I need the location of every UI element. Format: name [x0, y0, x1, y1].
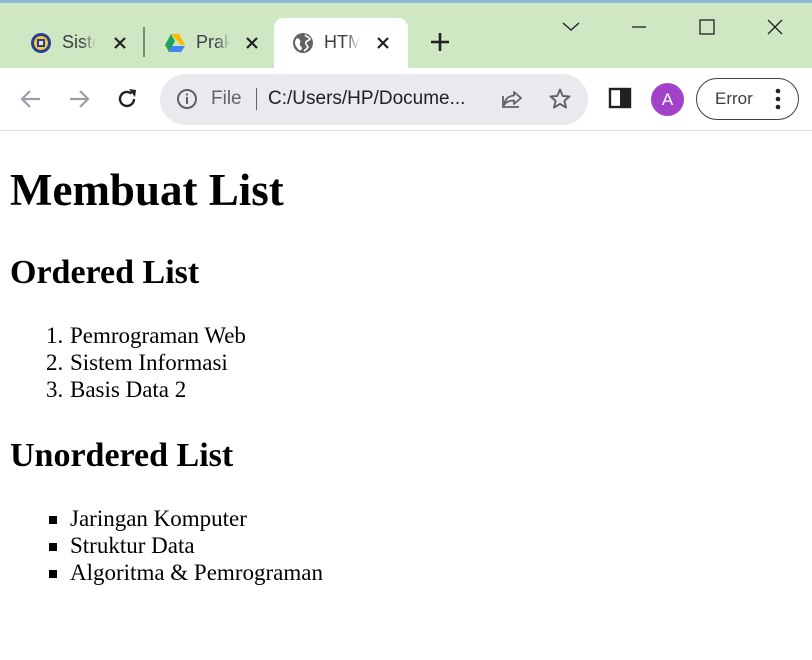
page-content: Membuat List Ordered List 1. Pemrograman … [0, 132, 812, 660]
share-icon[interactable] [500, 87, 524, 111]
tab-close-icon[interactable] [108, 31, 132, 55]
list-number: 3. [46, 377, 64, 402]
list-item: Algoritma & Pemrograman [49, 559, 323, 586]
ordered-list: 1. Pemrograman Web 2. Sistem Informasi 3. B… [46, 322, 246, 403]
unordered-list: Jaringan Komputer Struktur Data Algoritm… [49, 505, 323, 586]
forward-arrow-icon[interactable] [66, 86, 92, 112]
tab-sistem[interactable]: Sistem [12, 18, 142, 68]
tab-html-active[interactable]: HTML [274, 18, 408, 68]
list-item-text: Sistem Informasi [70, 350, 228, 375]
unordered-list-heading: Unordered List [10, 437, 234, 474]
ordered-list-heading: Ordered List [10, 254, 200, 291]
tab-title: Sistem [62, 32, 96, 52]
university-seal-icon [30, 32, 52, 54]
tab-strip: Sistem Praktikum HTML [0, 0, 812, 68]
globe-icon [292, 32, 314, 54]
list-item: Jaringan Komputer [49, 505, 323, 532]
list-item: 2. Sistem Informasi [46, 349, 246, 376]
list-item-text: Jaringan Komputer [70, 506, 247, 531]
url-scheme-label: File [211, 88, 242, 109]
bookmark-star-icon[interactable] [548, 87, 572, 111]
list-item-text: Basis Data 2 [70, 377, 187, 402]
list-item: 3. Basis Data 2 [46, 376, 246, 403]
tab-title: HTML [324, 32, 360, 52]
google-drive-icon [164, 32, 186, 54]
list-item-text: Pemrograman Web [70, 323, 246, 348]
list-item-text: Algoritma & Pemrograman [70, 560, 323, 585]
side-panel-icon[interactable] [608, 86, 632, 110]
error-button[interactable]: Error [696, 78, 799, 120]
list-item-text: Struktur Data [70, 533, 195, 558]
tab-close-icon[interactable] [240, 31, 264, 55]
tab-title: Praktikum [196, 32, 230, 52]
more-menu-icon[interactable] [773, 87, 783, 111]
page-title: Membuat List [10, 165, 284, 215]
tab-praktikum[interactable]: Praktikum [146, 18, 274, 68]
reload-icon[interactable] [114, 86, 140, 112]
address-separator [256, 88, 257, 110]
profile-avatar[interactable]: A [651, 83, 684, 116]
maximize-icon[interactable] [692, 12, 722, 42]
back-arrow-icon[interactable] [18, 86, 44, 112]
tab-search-chevron-icon[interactable] [556, 12, 586, 42]
list-number: 2. [46, 350, 64, 375]
list-number: 1. [46, 323, 64, 348]
new-tab-plus-icon[interactable] [428, 30, 452, 54]
square-bullet [49, 570, 57, 578]
close-icon[interactable] [760, 12, 790, 42]
square-bullet [49, 543, 57, 551]
square-bullet [49, 516, 57, 524]
site-info-icon[interactable] [176, 88, 198, 110]
tab-close-icon[interactable] [371, 31, 395, 55]
address-bar[interactable]: File C:/Users/HP/Docume... [160, 74, 588, 125]
list-item: 1. Pemrograman Web [46, 322, 246, 349]
browser-toolbar: File C:/Users/HP/Docume... [0, 68, 812, 131]
window-top-border [0, 0, 812, 3]
tab-separator [143, 27, 145, 57]
url-text[interactable]: C:/Users/HP/Docume... [268, 88, 488, 110]
error-label: Error [715, 89, 753, 108]
minimize-icon[interactable] [624, 12, 654, 42]
list-item: Struktur Data [49, 532, 323, 559]
